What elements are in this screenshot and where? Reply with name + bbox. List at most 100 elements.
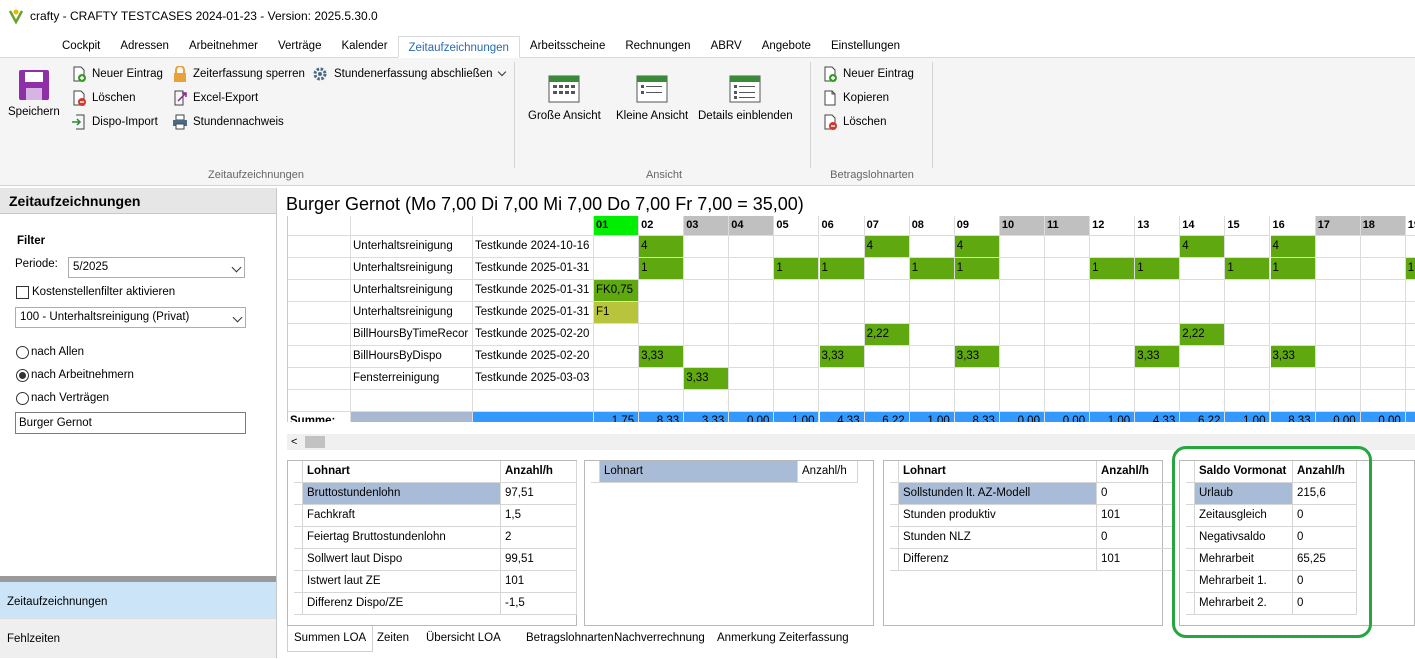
day-cell[interactable] [1225,368,1271,390]
table-cell-value[interactable]: 101 [1097,549,1173,571]
table-cell-value[interactable]: 0 [1097,527,1173,549]
table-header[interactable]: Anzahl/h [1293,461,1357,483]
table-cell-value[interactable]: 0 [1293,593,1357,615]
hours-entry-cell[interactable]: 4 [954,236,1000,258]
bottom-tab-nachverrechnung[interactable]: Nachverrechnung [608,626,711,652]
activity-cell[interactable]: Unterhaltsreinigung [351,280,473,302]
row-marker[interactable] [294,505,303,527]
hours-entry-cell[interactable]: 3,33 [819,346,865,368]
menu-arbeitnehmer[interactable]: Arbeitnehmer [179,35,268,57]
row-marker[interactable] [294,549,303,571]
table-cell-name[interactable]: Sollwert laut Dispo [303,549,501,571]
day-cell[interactable] [909,302,955,324]
show-details-button[interactable]: Details einblenden [698,74,793,122]
day-cell[interactable] [729,280,775,302]
employee-search-input[interactable]: Burger Gernot [15,412,246,434]
day-cell[interactable] [1315,258,1361,280]
row-marker[interactable] [294,527,303,549]
menu-zeitaufzeichnungen[interactable]: Zeitaufzeichnungen [397,36,520,58]
menu-verträge[interactable]: Verträge [268,35,331,57]
table-cell-name[interactable]: Mehrarbeit 2. [1195,593,1293,615]
day-cell[interactable] [1225,390,1271,412]
row-marker[interactable] [288,368,351,390]
row-marker[interactable] [1186,527,1195,549]
table-cell-name[interactable]: Mehrarbeit [1195,549,1293,571]
table-cell-value[interactable]: 0 [1293,527,1357,549]
day-cell[interactable] [639,302,685,324]
bottom-tab-anmerkung-zeiterfassung[interactable]: Anmerkung Zeiterfassung [711,626,855,652]
menu-cockpit[interactable]: Cockpit [52,35,110,57]
table-cell-value[interactable]: 0 [1293,505,1357,527]
excel-export-button[interactable]: Excel-Export [172,88,258,108]
day-cell[interactable] [1270,280,1316,302]
table-header[interactable]: Lohnart [899,461,1097,483]
day-cell[interactable] [954,368,1000,390]
hours-entry-cell[interactable]: 1 [1135,258,1181,280]
table-cell-value[interactable]: -1,5 [501,593,577,615]
day-cell[interactable] [1180,390,1226,412]
bottom-tab-übersicht-loa[interactable]: Übersicht LOA [420,626,507,652]
table-cell-value[interactable]: 101 [1097,505,1173,527]
day-cell[interactable] [774,324,820,346]
day-cell[interactable] [1405,368,1415,390]
table-cell-name[interactable]: Fachkraft [303,505,501,527]
day-cell[interactable] [684,324,730,346]
day-cell[interactable] [999,390,1045,412]
hours-entry-cell[interactable]: 3,33 [684,368,730,390]
activity-cell[interactable]: Unterhaltsreinigung [351,302,473,324]
hours-entry-cell[interactable]: 1 [1090,258,1136,280]
new-entry-button[interactable]: Neuer Eintrag [71,64,163,84]
day-cell[interactable] [819,324,865,346]
large-view-button[interactable]: Große Ansicht [528,74,601,122]
hours-entry-cell[interactable]: 3,33 [639,346,685,368]
table-cell-value[interactable]: 1,5 [501,505,577,527]
day-cell[interactable] [1045,390,1091,412]
day-cell[interactable] [1135,368,1181,390]
table-cell-value[interactable]: 97,51 [501,483,577,505]
table-cell-value[interactable]: 101 [501,571,577,593]
table-header[interactable]: Anzahl/h [501,461,577,483]
wage-copy-button[interactable]: Kopieren [822,88,889,108]
table-cell-value[interactable]: 99,51 [501,549,577,571]
hours-entry-cell[interactable]: FK0,75 [594,280,640,302]
day-cell[interactable] [999,280,1045,302]
activity-cell[interactable]: Unterhaltsreinigung [351,236,473,258]
table-cell-value[interactable]: 0 [1097,483,1173,505]
day-cell[interactable] [1405,236,1415,258]
row-marker[interactable] [294,483,303,505]
save-button[interactable]: Speichern [8,70,60,118]
day-cell[interactable] [909,390,955,412]
day-cell[interactable] [774,390,820,412]
day-cell[interactable] [639,390,685,412]
table-cell-value[interactable]: 65,25 [1293,549,1357,571]
wage-delete-button[interactable]: Löschen [822,112,886,132]
day-cell[interactable] [909,346,955,368]
day-cell[interactable] [729,258,775,280]
row-marker[interactable] [288,324,351,346]
row-marker[interactable] [288,390,351,412]
row-marker[interactable] [1186,549,1195,571]
day-cell[interactable] [1045,368,1091,390]
day-cell[interactable] [684,346,730,368]
day-cell[interactable] [1315,324,1361,346]
day-cell[interactable] [1405,346,1415,368]
hours-entry-cell[interactable]: 4 [1180,236,1226,258]
day-cell[interactable] [774,280,820,302]
day-cell[interactable] [954,302,1000,324]
hours-entry-cell[interactable]: F1 [594,302,640,324]
day-cell[interactable] [819,302,865,324]
hours-entry-cell[interactable]: 4 [639,236,685,258]
contract-cell[interactable]: Testkunde 2025-03-03 [473,368,594,390]
row-marker[interactable] [1186,505,1195,527]
day-cell[interactable] [594,368,640,390]
day-cell[interactable] [1225,346,1271,368]
cost-center-filter-checkbox[interactable] [16,286,29,299]
day-cell[interactable] [684,280,730,302]
table-header[interactable]: Anzahl/h [1097,461,1173,483]
close-time-entry-button[interactable]: Stundenerfassung abschließen [313,64,506,84]
small-view-button[interactable]: Kleine Ansicht [616,74,688,122]
day-cell[interactable] [1360,390,1406,412]
day-cell[interactable] [1315,280,1361,302]
row-marker[interactable] [288,258,351,280]
hours-entry-cell[interactable]: 1 [1405,258,1415,280]
